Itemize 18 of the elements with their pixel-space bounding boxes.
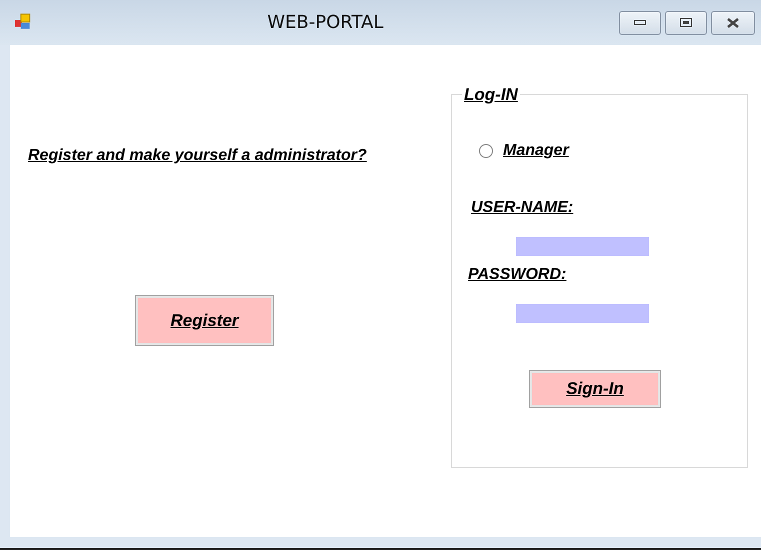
close-icon (726, 18, 740, 28)
app-icon (14, 12, 32, 30)
maximize-button[interactable] (665, 10, 707, 34)
field-label: USER-NAME: (471, 199, 574, 217)
radio-label[interactable]: Manager (503, 142, 569, 160)
minimize-button[interactable] (619, 10, 661, 34)
minimize-icon (634, 20, 646, 26)
register-button[interactable]: Register (136, 296, 273, 345)
input-field[interactable] (516, 237, 649, 256)
close-button[interactable] (711, 10, 755, 34)
window-title: WEB-PORTAL (266, 12, 384, 33)
register-prompt: Register and make yourself a administrator? (28, 147, 367, 165)
group-title: Log-IN (462, 85, 520, 105)
field-label: PASSWORD: (468, 266, 566, 284)
radio-button[interactable] (479, 144, 493, 158)
maximize-icon (680, 18, 692, 28)
input-field[interactable] (516, 304, 649, 323)
sign-in-button[interactable]: Sign-In (530, 371, 660, 407)
